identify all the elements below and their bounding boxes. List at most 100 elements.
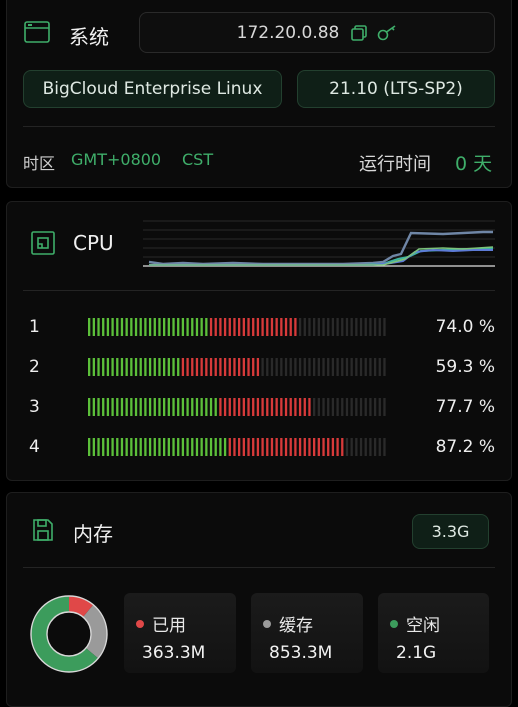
core-bar-segment	[205, 318, 208, 336]
core-bar-segment	[336, 318, 339, 336]
core-bar-segment	[317, 438, 320, 456]
memory-donut	[30, 595, 108, 673]
core-bar-segment	[284, 358, 288, 376]
core-bar-segment	[163, 438, 166, 456]
core-bar-segment	[256, 358, 260, 376]
core-bar-segment	[223, 438, 227, 456]
core-bar-segment	[270, 318, 274, 336]
core-bar-segment	[298, 358, 302, 376]
core-bar-segment	[181, 318, 185, 336]
core-bar-segment	[247, 438, 250, 456]
core-bar-segment	[341, 438, 344, 456]
core-bar-segment	[200, 318, 203, 336]
core-bar-segment	[111, 318, 114, 336]
core-bar-segment	[205, 358, 208, 376]
core-bar-segment	[284, 398, 288, 416]
core-bar-segment	[172, 398, 175, 416]
core-bar-segment	[88, 358, 91, 376]
core-bar-segment	[369, 438, 372, 456]
timezone-label: 时区	[23, 154, 56, 173]
core-bar-segment	[322, 398, 325, 416]
core-bar-segment	[92, 358, 95, 376]
core-bar-segment	[191, 318, 194, 336]
window-icon	[24, 21, 50, 43]
cpu-sparkline	[143, 220, 495, 267]
uptime-label: 运行时间	[359, 154, 431, 175]
memory-cache-box: 缓存 853.3M	[251, 593, 363, 673]
divider	[23, 290, 495, 291]
core-bar-segment	[378, 438, 381, 456]
key-icon[interactable]	[377, 24, 397, 41]
core-bar-segment	[261, 398, 264, 416]
memory-title: 内存	[73, 522, 113, 546]
core-bar-segment	[88, 438, 91, 456]
core-bar-segment	[303, 358, 306, 376]
core-bar-segment	[266, 318, 269, 336]
core-bar-segment	[294, 398, 297, 416]
chip-icon	[31, 231, 55, 255]
memory-free-box: 空闲 2.1G	[378, 593, 489, 673]
core-bar-segment	[195, 358, 199, 376]
used-label: 已用	[152, 616, 186, 636]
core-bar-segment	[252, 358, 255, 376]
core-bar-segment	[383, 438, 386, 456]
core-bar-segment	[378, 358, 381, 376]
core-bar-segment	[228, 438, 231, 456]
core-bar-segment	[233, 318, 236, 336]
core-bar-segment	[144, 438, 147, 456]
core-bar-segment	[116, 438, 119, 456]
core-id: 1	[29, 317, 40, 337]
core-bar-segment	[355, 438, 358, 456]
core-bar-segment	[383, 358, 386, 376]
core-bar-segment	[284, 438, 288, 456]
core-bar-segment	[116, 358, 119, 376]
core-bar-segment	[209, 358, 213, 376]
core-bar-segment	[148, 358, 152, 376]
core-bar-segment	[181, 438, 185, 456]
core-bar-segment	[177, 398, 180, 416]
core-bar-segment	[336, 358, 339, 376]
core-percent: 77.7 %	[435, 397, 495, 417]
free-dot	[390, 619, 398, 628]
core-bar-segment	[125, 318, 128, 336]
core-bar-segment	[359, 398, 363, 416]
core-bar-segment	[134, 438, 138, 456]
core-bar-segment	[280, 438, 283, 456]
cpu-title: CPU	[73, 231, 114, 255]
core-bar-segment	[102, 358, 105, 376]
core-bar-segment	[177, 438, 180, 456]
core-bar-segment	[242, 438, 245, 456]
core-bar-segment	[148, 438, 152, 456]
core-bar-segment	[228, 398, 231, 416]
core-bar-segment	[167, 318, 170, 336]
core-bar-segment	[345, 438, 349, 456]
core-bar-segment	[369, 318, 372, 336]
core-row: 3 77.7 %	[7, 397, 513, 417]
core-bar-segment	[252, 398, 255, 416]
copy-icon[interactable]	[351, 24, 368, 41]
core-bar-segment	[111, 438, 114, 456]
core-bar-segment	[373, 438, 377, 456]
core-bar-segment	[116, 398, 119, 416]
timezone-value: GMT+0800	[71, 150, 162, 169]
core-bar-segment	[303, 438, 306, 456]
ip-address: 172.20.0.88	[236, 22, 340, 43]
core-bar-segment	[364, 398, 367, 416]
core-bar-segment	[327, 318, 330, 336]
core-bar-segment	[144, 398, 147, 416]
core-bar-segment	[355, 318, 358, 336]
core-bar-segment	[92, 318, 95, 336]
core-bar-segment	[125, 438, 128, 456]
core-bar-segment	[130, 318, 133, 336]
core-bar-segment	[158, 358, 161, 376]
os-version-badge: 21.10 (LTS-SP2)	[297, 70, 495, 108]
uptime-value: 0 天	[455, 153, 493, 175]
core-bar-segment	[266, 358, 269, 376]
core-bar-segment	[289, 438, 292, 456]
core-bar-segment	[270, 398, 274, 416]
core-bar-segment	[303, 398, 306, 416]
core-bar-segment	[322, 318, 325, 336]
core-bar-segment	[270, 438, 274, 456]
core-bar-segment	[172, 438, 175, 456]
core-bar-segment	[355, 398, 358, 416]
